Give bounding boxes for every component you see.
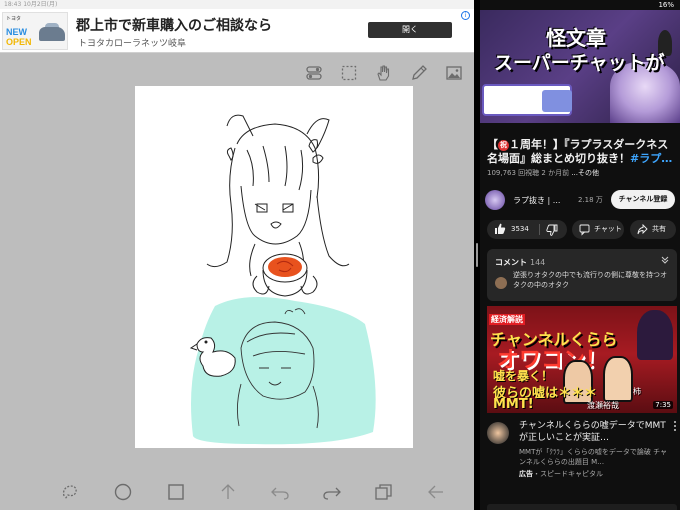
thumb-name-2: 柿 bbox=[633, 387, 641, 396]
image-icon[interactable] bbox=[445, 64, 463, 82]
thumb-name-1: 渡瀬裕哉 bbox=[587, 401, 619, 410]
toggle-icon[interactable] bbox=[305, 64, 323, 82]
chat-icon bbox=[579, 220, 590, 247]
sketch-cup bbox=[252, 253, 318, 297]
more-options-icon[interactable] bbox=[673, 420, 677, 435]
advertiser-name: ・スピードキャピタル bbox=[533, 470, 603, 478]
view-count: 109,763 回視聴 bbox=[487, 169, 540, 177]
ad-source: 広告・スピードキャピタル bbox=[519, 469, 603, 479]
subscribe-button[interactable]: チャンネル登録 bbox=[611, 190, 675, 209]
top-comment: 逆張りオタクの中でも流行りの側に尊敬を持つオタクの中のオタク bbox=[513, 271, 667, 289]
chat-button[interactable]: チャット bbox=[572, 220, 624, 239]
ad-thumb-brand: トヨタ bbox=[6, 16, 22, 22]
video-app: 16% 怪文章 スーパーチャットが 【祝 １周年！】『ラプラスダークネス名場面』総… bbox=[480, 0, 680, 510]
next-card-edge bbox=[487, 504, 677, 510]
ad-info-icon[interactable]: i bbox=[461, 11, 470, 20]
undo-icon[interactable] bbox=[270, 482, 290, 502]
ad-open-button[interactable]: 開く bbox=[368, 22, 452, 38]
ad-title[interactable]: 郡上市で新車購入のご相談なら bbox=[76, 15, 272, 35]
share-button[interactable]: 共有 bbox=[630, 220, 676, 239]
expand-chevron-icon[interactable] bbox=[660, 254, 670, 266]
ad-banner[interactable]: トヨタ NEW OPEN 郡上市で新車購入のご相談なら トヨタカローラネッツ岐阜… bbox=[0, 9, 474, 53]
share-icon bbox=[637, 220, 648, 247]
ad-subtitle[interactable]: トヨタカローラネッツ岐阜 bbox=[78, 36, 186, 49]
layers-icon[interactable] bbox=[374, 482, 394, 502]
ad-thumb-open: OPEN bbox=[6, 37, 32, 47]
recommended-ad-item[interactable]: チャンネルくららの嘘データでMMTが正しいことが実証… MMTが「ｸﾗﾗ」くらら… bbox=[487, 420, 677, 482]
advertiser-avatar[interactable] bbox=[487, 422, 509, 444]
lasso-icon[interactable] bbox=[60, 482, 80, 502]
player-overlay-line1: 怪文章 bbox=[546, 26, 606, 50]
sketch-top-character bbox=[206, 114, 350, 277]
screen: 18:43 10月2日(月) トヨタ NEW OPEN 郡上市で新車購入のご相談… bbox=[0, 0, 680, 510]
thumb-up-icon[interactable] bbox=[494, 220, 506, 247]
title-prefix: 【 bbox=[487, 138, 498, 151]
comments-label: コメント bbox=[495, 258, 527, 267]
redo-icon[interactable] bbox=[322, 482, 342, 502]
recommended-description: MMTが「ｸﾗﾗ」くららの嘘をデータで論破 チャンネルくららの出題目 M… bbox=[519, 448, 668, 466]
more-link[interactable]: ...その他 bbox=[571, 169, 599, 177]
thumb-down-icon[interactable] bbox=[546, 220, 558, 247]
video-meta[interactable]: 109,763 回視聴 2 か月前 ...その他 bbox=[487, 168, 599, 178]
channel-name[interactable]: ラプ抜き | ... bbox=[513, 195, 560, 206]
battery-level: 16% bbox=[658, 1, 674, 9]
player-overlay-line2: スーパーチャットが bbox=[494, 52, 665, 74]
thumb-tag: 経済解説 bbox=[489, 314, 525, 325]
chat-label: チャット bbox=[594, 225, 622, 233]
subscriber-count: 2.18 万 bbox=[578, 196, 603, 204]
video-title[interactable]: 【祝 １周年！】『ラプラスダークネス名場面』総まとめ切り抜き！#ラプ… bbox=[487, 138, 677, 166]
overlay-chat-button bbox=[542, 90, 572, 112]
comments-header: コメント 144 bbox=[495, 257, 545, 268]
drawing-canvas[interactable] bbox=[135, 86, 413, 448]
video-player[interactable]: 怪文章 スーパーチャットが bbox=[480, 10, 680, 123]
thumb-figure-2 bbox=[603, 356, 633, 402]
video-duration: 7:35 bbox=[653, 401, 673, 409]
arrow-up-icon[interactable] bbox=[218, 482, 238, 502]
recommended-thumbnail[interactable]: 経済解説 チャンネルくらら オワコン！ 嘘を暴く！ 彼らの嘘は＊＊＊ MMT! … bbox=[487, 306, 677, 413]
back-icon[interactable] bbox=[426, 482, 446, 502]
like-separator bbox=[539, 224, 540, 235]
sketch-artwork bbox=[189, 114, 376, 445]
hand-icon[interactable] bbox=[374, 64, 392, 82]
like-count[interactable]: 3534 bbox=[511, 220, 529, 239]
ad-thumbnail[interactable]: トヨタ NEW OPEN bbox=[2, 12, 68, 50]
commenter-avatar bbox=[495, 277, 507, 289]
split-handle[interactable] bbox=[476, 243, 478, 267]
upload-age: 2 か月前 bbox=[541, 169, 570, 177]
channel-avatar[interactable] bbox=[485, 190, 505, 210]
recommended-title[interactable]: チャンネルくららの嘘データでMMTが正しいことが実証… bbox=[519, 420, 669, 444]
share-label: 共有 bbox=[652, 225, 666, 233]
select-icon[interactable] bbox=[340, 64, 358, 82]
like-dislike-bar: 3534 bbox=[487, 220, 567, 239]
drawing-app: 18:43 10月2日(月) トヨタ NEW OPEN 郡上市で新車購入のご相談… bbox=[0, 0, 474, 510]
status-bar-right: 16% bbox=[480, 0, 680, 10]
ad-label: 広告 bbox=[519, 470, 533, 478]
comments-panel[interactable]: コメント 144 逆張りオタクの中でも流行りの側に尊敬を持つオタクの中のオタク bbox=[487, 249, 677, 301]
celebration-badge: 祝 bbox=[498, 140, 509, 151]
thumb-figure-3 bbox=[637, 310, 673, 360]
circle-icon[interactable] bbox=[113, 482, 133, 502]
channel-row: ラプ抜き | ... 2.18 万 チャンネル登録 bbox=[485, 190, 680, 210]
car-icon bbox=[39, 27, 65, 41]
title-hashtag[interactable]: #ラプ… bbox=[630, 152, 672, 165]
pen-icon[interactable] bbox=[410, 64, 428, 82]
square-icon[interactable] bbox=[166, 482, 186, 502]
ad-thumb-new: NEW bbox=[6, 27, 27, 37]
thumb-line5: MMT! bbox=[493, 397, 534, 412]
next-item-strip bbox=[480, 494, 680, 510]
comments-count: 144 bbox=[530, 258, 546, 267]
